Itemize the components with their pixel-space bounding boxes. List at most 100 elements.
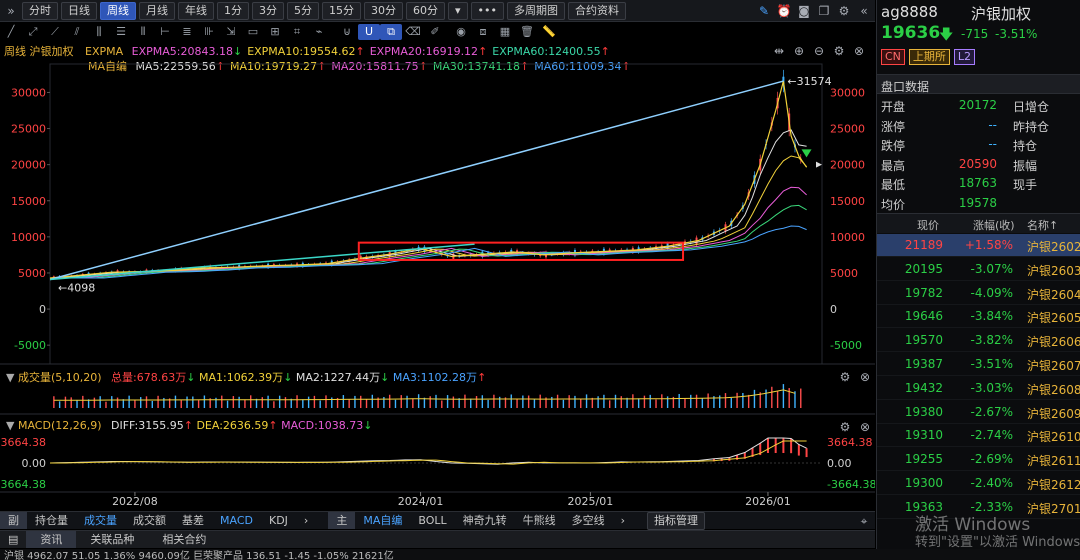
volume-bar [649,394,651,408]
moving-average-line [50,186,807,279]
contract-row[interactable]: 19380 -2.67% 沪银2609 [877,401,1080,424]
volume-bar [64,396,67,408]
volume-bar [383,396,385,408]
volume-bar [53,396,55,408]
macd-dea: DEA:2636.59 [196,419,269,432]
header-change[interactable]: 涨幅(收) [973,217,1015,233]
contract-price: 19570 [904,333,943,348]
contract-row[interactable]: 19646 -3.84% 沪银2605 [877,305,1080,329]
volume-bar [232,396,235,408]
volume-bar [325,395,327,408]
macd-histogram-bar [805,448,808,458]
sub-indicator-tab[interactable]: 持仓量 [27,512,76,529]
volume-bar [446,395,449,408]
contract-name: 沪银2605 [1027,311,1080,326]
info-tab[interactable]: 资讯 [26,531,77,548]
contract-price: 19387 [904,357,943,371]
volume-bar [221,395,223,408]
sub-indicator-tab[interactable]: 成交量 [76,512,125,529]
main-tabs-next-icon[interactable]: › [613,512,633,529]
price-change-pct: -3.51% [995,27,1038,41]
sub-tabs-next-icon[interactable]: › [296,512,316,529]
section-header: 盘口数据 [877,74,1080,94]
volume-bar [157,395,159,408]
contract-row[interactable]: 19310 -2.74% 沪银2610 [877,424,1080,448]
contract-row[interactable]: 19300 -2.40% 沪银2612 [877,472,1080,495]
down-arrow-icon: ↓ [363,419,373,432]
price-chart[interactable]: 30000 30000 25000 25000 20000 20000 15000 15000… [0,0,875,511]
up-arrow-icon: ↑ [477,371,487,384]
volume-bar [666,396,669,408]
contract-row[interactable]: 19255 -2.69% 沪银2611 [877,448,1080,472]
info-tab-list: 资讯 关联品种 相关合约 [26,531,220,548]
info-tab[interactable]: 关联品种 [76,531,148,548]
contract-row[interactable]: 21189 +1.58% 沪银2602 [877,234,1080,257]
info-tab[interactable]: 相关合约 [148,531,220,548]
location-icon[interactable]: ⌖ [855,512,873,530]
info-tabs: ▤ 资讯 关联品种 相关合约 [0,530,875,548]
quote-key: 日增仓 [1013,100,1050,114]
macd-settings-icon[interactable]: ⚙ [836,418,854,436]
header-price[interactable]: 现价 [917,217,939,233]
y-tick-left: -5000 [14,339,46,352]
exchange-badge: L2 [953,49,976,65]
sub-indicator-tab[interactable]: MACD [212,512,261,529]
volume-bar [794,391,796,408]
macd-y-tick: 3664.38 [1,436,47,449]
windows-watermark-hint: 转到"设置"以激活 Windows。 [915,535,1080,550]
volume-collapse-icon[interactable]: ▼ [6,371,14,384]
volume-close-icon[interactable]: ⊗ [856,368,874,386]
quote-value: 20172 [958,98,997,112]
contract-change: -2.67% [970,404,1013,419]
contract-change: -3.07% [970,261,1013,276]
contract-row[interactable]: 19387 -3.51% 沪银2607 [877,353,1080,376]
sub-indicator-tab[interactable]: 成交额 [125,512,174,529]
volume-title: 成交量(5,10,20) [17,371,102,384]
volume-bar [116,397,119,408]
volume-bar [736,392,738,408]
main-indicator-tab[interactable]: MA自编 [355,512,410,529]
contract-price: 19782 [904,285,943,300]
main-indicator-tab[interactable]: 牛熊线 [515,512,564,529]
volume-bar [360,395,362,408]
quote-row: 跌停 -- 持仓 [877,135,1080,154]
sub-indicator-tab[interactable]: KDJ [261,512,296,529]
macd-collapse-icon[interactable]: ▼ [6,419,14,432]
contract-name: 沪银2612 [1027,478,1080,492]
sub-indicator-tab[interactable]: 基差 [174,512,212,529]
volume-bar [724,393,727,408]
contract-row[interactable]: 19432 -3.03% 沪银2608 [877,377,1080,400]
instrument-code: ag8888 [881,3,938,21]
header-name[interactable]: 名称↑ [1027,217,1058,233]
contract-price: 19300 [904,476,943,490]
contract-row[interactable]: 19570 -3.82% 沪银2606 [877,329,1080,353]
volume-bar [82,395,84,408]
volume-bar [701,398,704,408]
volume-bar [690,394,692,408]
volume-bar [406,395,408,408]
indicator-manage-button[interactable]: 指标管理 [647,511,706,530]
y-tick-right: 5000 [830,267,858,280]
volume-bar [614,394,617,408]
volume-bar [695,394,698,408]
macd-controls: ⚙ ⊗ [836,418,876,436]
quote-row: 均价 19578 [877,194,1080,213]
contract-price: 19310 [904,428,943,443]
volume-settings-icon[interactable]: ⚙ [836,368,854,386]
volume-bar [250,395,252,408]
main-indicator-tab[interactable]: 神奇九转 [455,512,515,529]
volume-bar [111,396,113,408]
contract-row[interactable]: 20195 -3.07% 沪银2603 [877,258,1080,281]
volume-bar [244,399,246,408]
main-indicator-tab[interactable]: 多空线 [564,512,613,529]
main-indicator-tab[interactable]: BOLL [410,512,454,529]
info-collapse-icon[interactable]: ▤ [0,531,26,548]
volume-bar [562,399,565,408]
macd-close-icon[interactable]: ⊗ [856,418,874,436]
contract-row[interactable]: 19782 -4.09% 沪银2604 [877,282,1080,305]
volume-bar [394,399,397,408]
sub-indicator-tab: 副 [0,512,27,529]
volume-bar [151,400,153,408]
volume-bar [522,395,524,408]
contract-list-header: 现价 涨幅(收) 名称↑ [877,213,1080,233]
